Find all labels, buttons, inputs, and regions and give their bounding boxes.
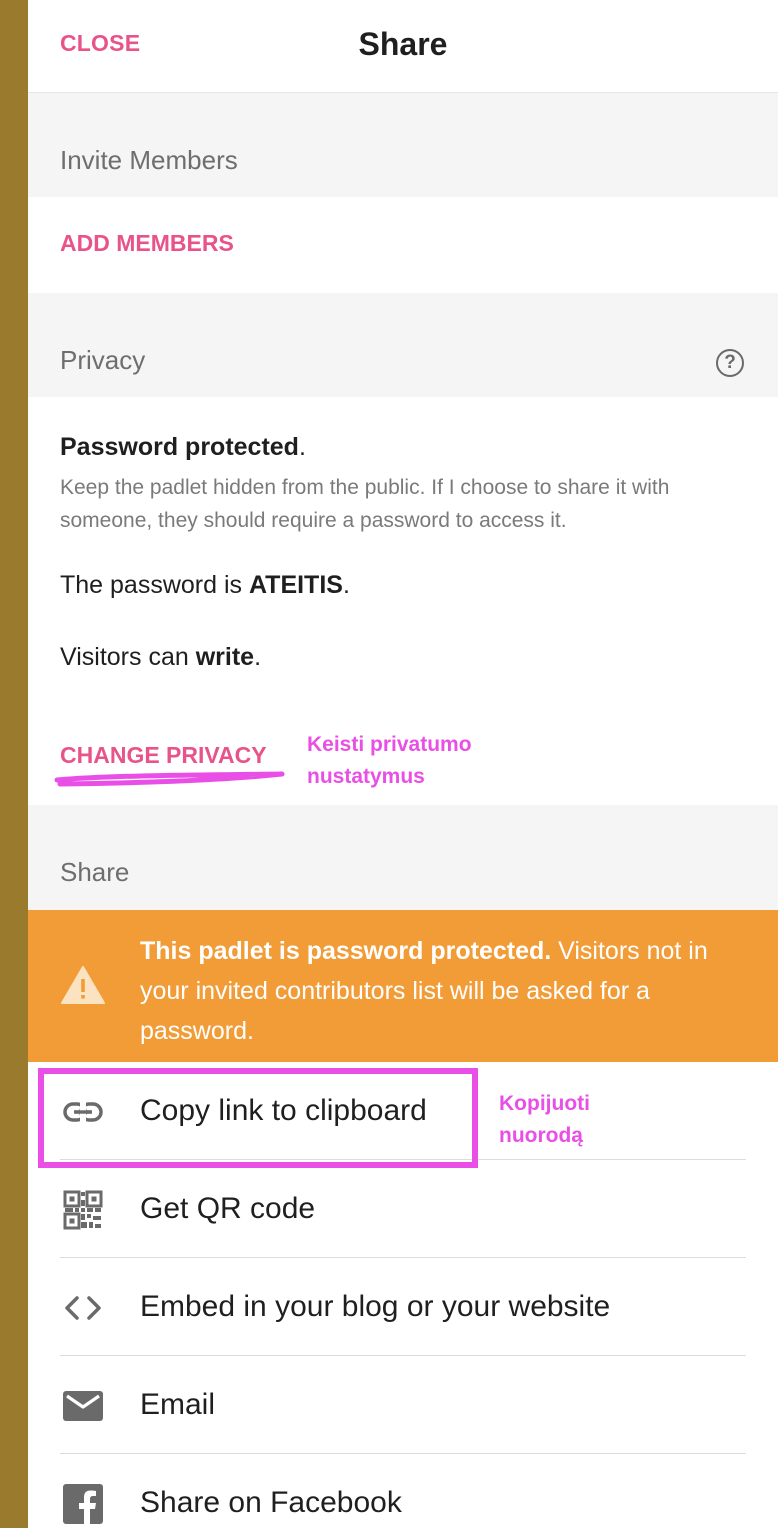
embed-button[interactable]: Embed in your blog or your website [28,1258,778,1356]
copy-link-annotation: Kopijuoti nuorodą [499,1088,590,1152]
qr-code-icon [63,1190,103,1230]
share-label: Share [60,857,130,887]
annotation-line: nuorodą [499,1124,583,1147]
underline-annotation [54,771,285,787]
password-suffix: . [342,571,350,599]
visitors-prefix: Visitors can [60,643,196,671]
privacy-mode-name: Password protected [60,433,299,461]
password-warning-banner: This padlet is password protected. Visit… [28,910,778,1062]
background-strip [0,0,28,1528]
envelope-icon [63,1391,103,1421]
share-option-label: Get QR code [140,1192,316,1225]
privacy-mode-period: . [298,433,306,461]
qr-code-button[interactable]: Get QR code [28,1160,778,1258]
share-option-label: Copy link to clipboard [140,1094,427,1127]
panel-title: Share [358,26,448,62]
share-panel: CLOSE Share Invite Members ADD MEMBERS P… [28,0,778,1528]
link-icon [63,1101,103,1123]
share-section-header: Share [28,805,778,910]
email-button[interactable]: Email [28,1356,778,1454]
invite-members-section-header: Invite Members [28,93,778,197]
facebook-icon [63,1484,103,1524]
change-privacy-annotation: Keisti privatumo nustatymus [307,729,472,793]
help-icon[interactable]: ? [716,349,744,377]
password-prefix: The password is [60,571,249,599]
share-options-list: Copy link to clipboard Kopijuoti nuorodą [28,1062,778,1528]
password-line: The password is ATEITIS. [60,571,350,600]
privacy-label: Privacy [60,345,146,375]
facebook-button[interactable]: Share on Facebook [28,1454,778,1528]
privacy-details: Password protected. Keep the padlet hidd… [28,397,778,805]
privacy-mode-title: Password protected. [60,433,306,462]
invite-members-label: Invite Members [60,145,238,175]
warning-text: This padlet is password protected. Visit… [140,931,750,1051]
visitors-suffix: . [254,643,262,671]
add-members-row: ADD MEMBERS [28,197,778,293]
privacy-section-header: Privacy ? [28,293,778,397]
code-icon [65,1296,101,1320]
privacy-mode-description: Keep the padlet hidden from the public. … [60,476,670,532]
share-option-label: Share on Facebook [140,1486,402,1519]
share-option-label: Email [140,1388,216,1421]
annotation-line: nustatymus [307,765,425,788]
visitors-permission-line: Visitors can write. [60,643,261,672]
page: CLOSE Share Invite Members ADD MEMBERS P… [0,0,778,1528]
share-option-label: Embed in your blog or your website [140,1290,611,1323]
warning-bold-text: This padlet is password protected. [140,937,552,965]
add-members-button[interactable]: ADD MEMBERS [60,230,234,257]
warning-triangle-icon [61,966,105,1004]
panel-header: CLOSE Share [28,0,778,93]
annotation-line: Keisti privatumo [307,733,472,756]
password-value: ATEITIS [248,571,343,599]
visitors-permission-value: write [195,643,255,671]
copy-link-button[interactable]: Copy link to clipboard Kopijuoti nuorodą [28,1062,778,1168]
annotation-line: Kopijuoti [499,1092,590,1115]
